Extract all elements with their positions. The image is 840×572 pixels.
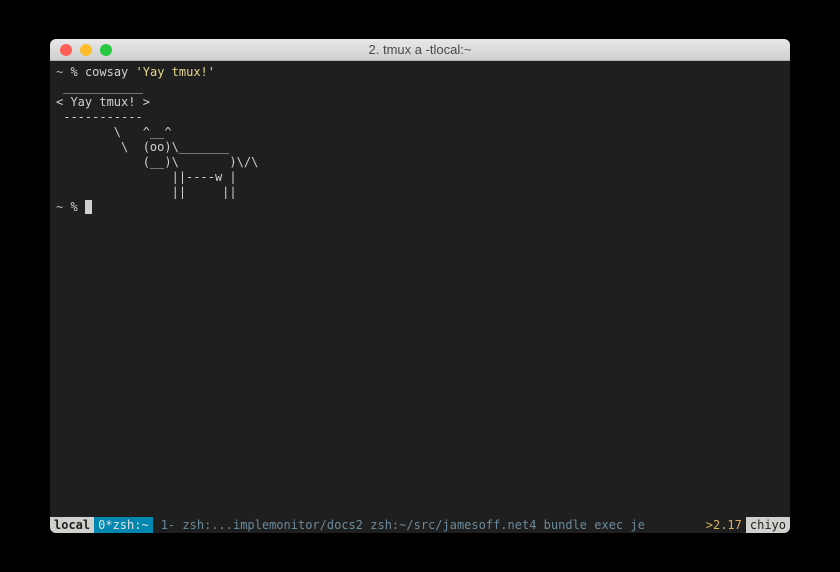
prompt-dir: ~ (56, 200, 63, 214)
output-line: \ (oo)\_______ (56, 140, 229, 154)
output-line: ___________ (56, 80, 143, 94)
output-line: \ ^__^ (56, 125, 172, 139)
window-title: 2. tmux a -tlocal:~ (50, 42, 790, 57)
tmux-statusbar: local 0* zsh:~ 1- zsh:...implemonitor/do… (50, 517, 790, 533)
maximize-icon[interactable] (100, 44, 112, 56)
hostname: chiyo (750, 517, 786, 533)
status-session[interactable]: local (50, 517, 94, 533)
status-active-window[interactable]: 0* zsh:~ (94, 517, 153, 533)
status-window[interactable]: 2 zsh:~/src/jamesoff.net (356, 517, 529, 533)
output-line: (__)\ )\/\ (56, 155, 258, 169)
time-prefix: > (706, 517, 713, 533)
status-window-list: 1- zsh:...implemonitor/docs 2 zsh:~/src/… (153, 517, 702, 533)
time-value: 2.17 (713, 517, 742, 533)
output-line: || || (56, 185, 237, 199)
output-line: ----------- (56, 110, 143, 124)
status-window[interactable]: 4 bundle exec je (529, 517, 645, 533)
window-name: zsh:~ (113, 517, 149, 533)
status-hostname: chiyo (746, 517, 790, 533)
minimize-icon[interactable] (80, 44, 92, 56)
window-index: 0* (98, 517, 112, 533)
status-window[interactable]: 1- zsh:...implemonitor/docs (161, 517, 356, 533)
prompt-symbol: % (70, 65, 77, 79)
terminal-content[interactable]: ~ % cowsay 'Yay tmux!' ___________ < Yay… (50, 61, 790, 517)
traffic-lights (50, 44, 112, 56)
prompt-symbol: % (70, 200, 77, 214)
session-name: local (54, 517, 90, 533)
cursor (85, 200, 92, 214)
close-icon[interactable] (60, 44, 72, 56)
command-arg: 'Yay tmux!' (136, 65, 215, 79)
output-line: < Yay tmux! > (56, 95, 150, 109)
output-line: ||----w | (56, 170, 237, 184)
terminal-window: 2. tmux a -tlocal:~ ~ % cowsay 'Yay tmux… (50, 39, 790, 533)
prompt-dir: ~ (56, 65, 63, 79)
window-titlebar: 2. tmux a -tlocal:~ (50, 39, 790, 61)
command-name: cowsay (85, 65, 128, 79)
status-time: > 2.17 (702, 517, 746, 533)
